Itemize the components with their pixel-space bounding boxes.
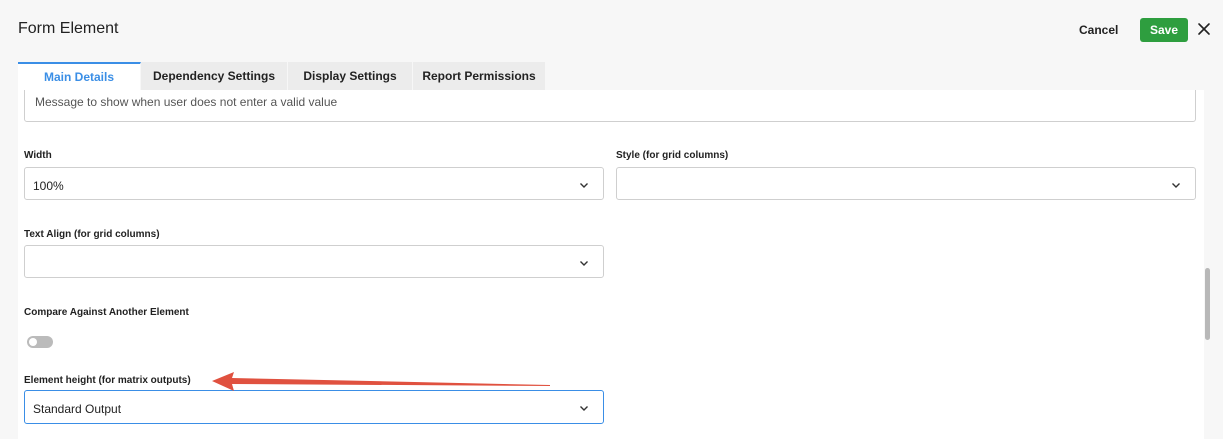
width-label: Width bbox=[24, 150, 52, 161]
tab-display-settings[interactable]: Display Settings bbox=[288, 62, 413, 90]
dialog-title: Form Element bbox=[18, 20, 119, 37]
tab-bar: Main Details Dependency Settings Display… bbox=[18, 62, 546, 90]
dialog-header: Form Element Cancel Save bbox=[0, 0, 1223, 62]
tab-main-details[interactable]: Main Details bbox=[18, 62, 141, 90]
chevron-down-icon bbox=[579, 258, 589, 268]
main-details-panel: Message to show when user does not enter… bbox=[18, 90, 1204, 439]
validation-message-input[interactable]: Message to show when user does not enter… bbox=[24, 90, 1196, 122]
cancel-button[interactable]: Cancel bbox=[1079, 23, 1118, 37]
toggle-knob bbox=[29, 338, 37, 346]
style-select[interactable] bbox=[616, 167, 1196, 200]
scrollbar-thumb[interactable] bbox=[1205, 268, 1210, 340]
style-label: Style (for grid columns) bbox=[616, 150, 729, 161]
element-height-select-value: Standard Output bbox=[33, 402, 122, 416]
compare-toggle[interactable] bbox=[27, 336, 53, 348]
element-height-label: Element height (for matrix outputs) bbox=[24, 375, 191, 386]
tab-dependency-settings[interactable]: Dependency Settings bbox=[141, 62, 288, 90]
chevron-down-icon bbox=[579, 180, 589, 190]
width-select[interactable]: 100% bbox=[24, 167, 604, 200]
tab-report-permissions[interactable]: Report Permissions bbox=[413, 62, 546, 90]
chevron-down-icon bbox=[1171, 180, 1181, 190]
text-align-label: Text Align (for grid columns) bbox=[24, 229, 160, 240]
chevron-down-icon bbox=[579, 403, 589, 413]
close-icon[interactable] bbox=[1194, 17, 1214, 41]
width-select-value: 100% bbox=[33, 179, 64, 193]
element-height-select[interactable]: Standard Output bbox=[24, 390, 604, 424]
annotation-arrow-icon bbox=[212, 372, 550, 391]
scrollbar-track[interactable] bbox=[1204, 90, 1223, 439]
compare-label: Compare Against Another Element bbox=[24, 307, 189, 318]
save-button[interactable]: Save bbox=[1140, 18, 1188, 42]
text-align-select[interactable] bbox=[24, 245, 604, 278]
